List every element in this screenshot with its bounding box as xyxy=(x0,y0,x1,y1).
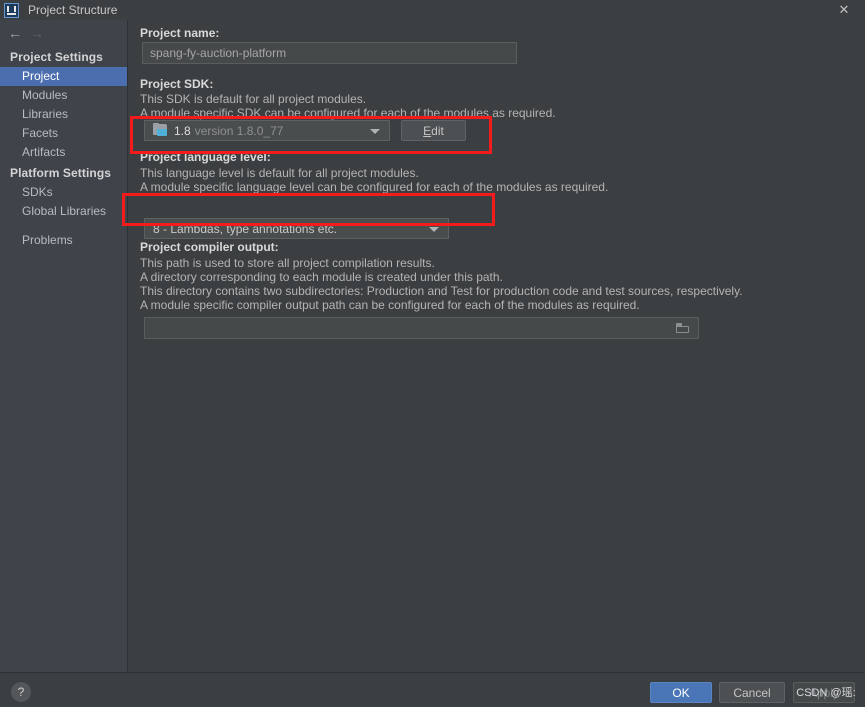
help-button[interactable]: ? xyxy=(11,682,31,702)
sidebar-item-problems[interactable]: Problems xyxy=(0,231,127,250)
ok-button[interactable]: OK xyxy=(650,682,712,703)
settings-sidebar: ← → Project Settings Project Modules Lib… xyxy=(0,20,128,672)
title-bar: Project Structure ✕ xyxy=(0,0,865,20)
project-sdk-description-2: A module specific SDK can be configured … xyxy=(140,106,556,120)
compiler-output-description-4: A module specific compiler output path c… xyxy=(140,298,640,312)
project-sdk-version: version 1.8.0_77 xyxy=(194,123,284,138)
compiler-output-description-1: This path is used to store all project c… xyxy=(140,256,435,270)
chevron-down-icon xyxy=(429,226,439,232)
apply-button[interactable]: Apply xyxy=(793,682,855,703)
compiler-output-description-3: This directory contains two subdirectori… xyxy=(140,284,743,298)
sidebar-item-global-libraries[interactable]: Global Libraries xyxy=(0,202,127,221)
project-settings-panel: Project name: spang-fy-auction-platform … xyxy=(129,20,865,672)
edit-accel: E xyxy=(423,123,432,138)
edit-suffix: dit xyxy=(431,123,444,138)
sidebar-item-artifacts[interactable]: Artifacts xyxy=(0,143,127,162)
language-level-description-2: A module specific language level can be … xyxy=(140,180,609,194)
forward-arrow-icon[interactable]: → xyxy=(30,26,52,40)
language-level-label: Project language level: xyxy=(140,150,271,164)
language-level-dropdown[interactable]: 8 - Lambdas, type annotations etc. xyxy=(144,218,449,239)
sidebar-item-project[interactable]: Project xyxy=(0,67,127,86)
project-name-label: Project name: xyxy=(140,26,220,40)
window-title: Project Structure xyxy=(28,3,118,17)
back-arrow-icon[interactable]: ← xyxy=(8,26,30,40)
sidebar-item-sdks[interactable]: SDKs xyxy=(0,183,127,202)
edit-sdk-button[interactable]: Edit xyxy=(401,120,466,141)
language-level-value: 8 - Lambdas, type annotations etc. xyxy=(153,221,338,236)
sidebar-item-modules[interactable]: Modules xyxy=(0,86,127,105)
compiler-output-label: Project compiler output: xyxy=(140,240,279,254)
compiler-output-description-2: A directory corresponding to each module… xyxy=(140,270,503,284)
jdk-folder-icon xyxy=(153,123,168,137)
navigation-arrows: ← → xyxy=(0,20,127,46)
project-name-input[interactable]: spang-fy-auction-platform xyxy=(142,42,517,64)
close-icon[interactable]: ✕ xyxy=(823,0,865,20)
project-sdk-dropdown[interactable]: 1.8 version 1.8.0_77 xyxy=(144,120,390,141)
project-sdk-description-1: This SDK is default for all project modu… xyxy=(140,92,367,106)
project-sdk-name: 1.8 xyxy=(174,123,191,138)
cancel-button[interactable]: Cancel xyxy=(719,682,785,703)
intellij-idea-icon xyxy=(4,2,19,18)
sidebar-item-libraries[interactable]: Libraries xyxy=(0,105,127,124)
language-level-description-1: This language level is default for all p… xyxy=(140,166,419,180)
sidebar-group-project-settings: Project Settings xyxy=(10,50,103,64)
project-structure-dialog: Project Structure ✕ ← → Project Settings… xyxy=(0,0,865,707)
edit-sdk-button-label: Edit xyxy=(423,124,444,138)
project-sdk-label: Project SDK: xyxy=(140,77,214,91)
compiler-output-input[interactable] xyxy=(144,317,699,339)
sidebar-group-platform-settings: Platform Settings xyxy=(10,166,112,180)
folder-browse-icon[interactable] xyxy=(676,323,689,333)
sidebar-item-facets[interactable]: Facets xyxy=(0,124,127,143)
chevron-down-icon xyxy=(370,128,380,134)
